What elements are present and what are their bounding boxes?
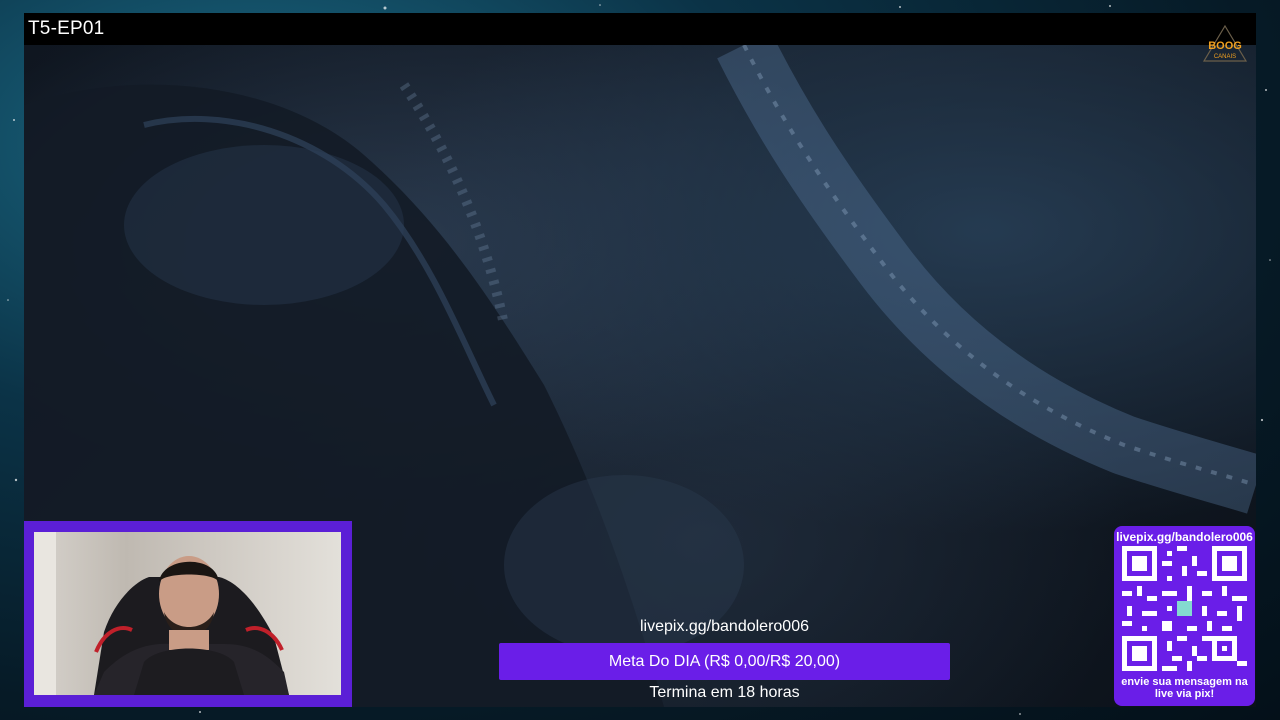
- pix-url-text[interactable]: livepix.gg/bandolero006: [1114, 530, 1255, 544]
- pix-qr-panel: livepix.gg/bandolero006 envie sua mensag…: [1114, 526, 1255, 706]
- channel-logo: BOOG CANAIS: [1202, 25, 1248, 62]
- goal-time-remaining: Termina em 18 horas: [649, 684, 800, 701]
- webcam-overlay: [24, 521, 352, 707]
- pix-message-line1: envie sua mensagem na: [1121, 676, 1248, 688]
- goal-label: Meta Do DIA (R$ 0,00/R$ 20,00): [608, 652, 841, 670]
- logo-text-main: BOOG: [1208, 40, 1242, 52]
- episode-title: T5-EP01: [28, 18, 105, 39]
- webcam-feed: [34, 532, 341, 695]
- pix-qr-code[interactable]: [1122, 546, 1247, 671]
- logo-text-sub: CANAIS: [1214, 54, 1236, 60]
- goal-link-text[interactable]: livepix.gg/bandolero006: [499, 618, 950, 636]
- goal-progress-bar: Meta Do DIA (R$ 0,00/R$ 20,00): [499, 643, 950, 680]
- pix-message-line2: live via pix!: [1154, 688, 1215, 700]
- streamer-silhouette: [34, 532, 289, 695]
- pix-message: envie sua mensagem na live via pix!: [1114, 676, 1255, 700]
